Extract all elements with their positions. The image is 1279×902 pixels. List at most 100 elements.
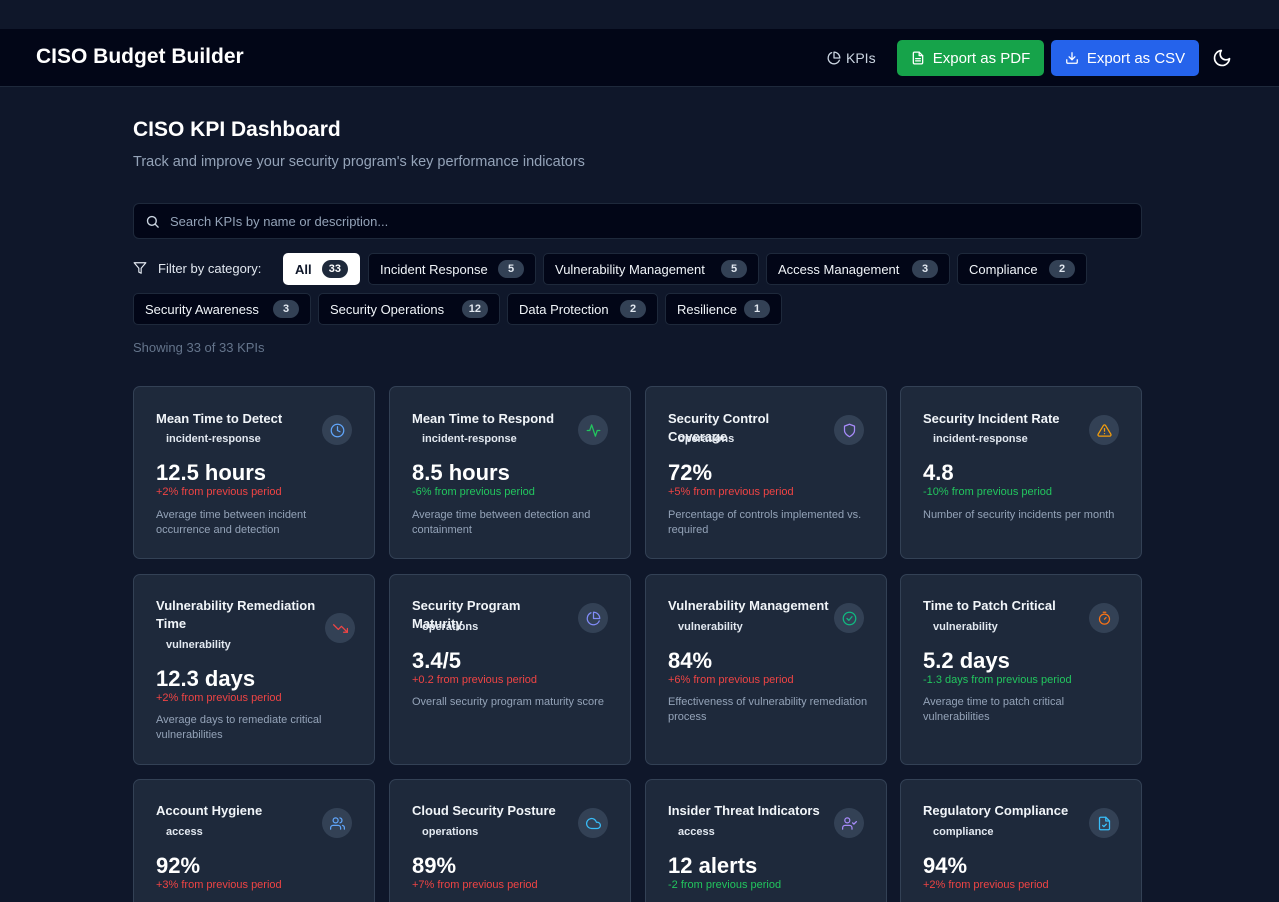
filter-chip-data-protection[interactable]: Data Protection 2 <box>507 293 658 325</box>
kpi-change: +2% from previous period <box>923 879 1049 891</box>
export-csv-button[interactable]: Export as CSV <box>1051 40 1199 76</box>
filter-chip-security-operations[interactable]: Security Operations 12 <box>318 293 500 325</box>
kpi-card-vulnerability-remediation-time[interactable]: Vulnerability Remediation Time vulnerabi… <box>133 574 375 765</box>
kpi-value: 4.8 <box>923 460 954 485</box>
kpi-description: Average time between incident occurrence… <box>156 509 307 536</box>
user-check-icon <box>841 816 857 830</box>
kpi-description: Average days to remediate critical vulne… <box>156 714 322 741</box>
kpi-value: 12.3 days <box>156 666 256 691</box>
kpi-value: 84% <box>668 648 713 673</box>
filter-chip-incident-response[interactable]: Incident Response 5 <box>368 253 536 285</box>
page-subtitle: Track and improve your security program'… <box>133 154 585 170</box>
trending-down-icon <box>332 623 348 633</box>
filter-chip-compliance[interactable]: Compliance 2 <box>957 253 1087 285</box>
kpi-icon-wrap <box>834 808 864 838</box>
kpi-value: 94% <box>923 853 968 878</box>
kpi-title: Account Hygiene <box>156 803 263 818</box>
kpi-category-tag: access <box>678 826 715 838</box>
page-title: CISO KPI Dashboard <box>133 118 341 141</box>
kpi-card-vulnerability-management[interactable]: Vulnerability Management vulnerability 8… <box>645 574 887 765</box>
chip-count: 5 <box>498 260 524 278</box>
filter-chip-vulnerability-management[interactable]: Vulnerability Management 5 <box>543 253 759 285</box>
kpi-change: +2% from previous period <box>156 486 282 498</box>
filter-chip-resilience[interactable]: Resilience 1 <box>665 293 782 325</box>
kpi-card-time-to-patch-critical[interactable]: Time to Patch Critical vulnerability 5.2… <box>900 574 1142 765</box>
kpi-value: 8.5 hours <box>412 460 510 485</box>
kpi-change: -2 from previous period <box>668 879 782 891</box>
pie-chart-icon <box>827 51 841 65</box>
search-box <box>133 203 1142 239</box>
users-icon <box>329 816 345 830</box>
kpi-title: Time to Patch Critical <box>923 598 1056 613</box>
chip-label: Incident Response <box>380 261 488 277</box>
kpis-nav-label: KPIs <box>846 50 876 66</box>
kpi-category-tag: vulnerability <box>678 621 743 633</box>
export-pdf-label: Export as PDF <box>932 49 1031 67</box>
chip-label: Vulnerability Management <box>555 261 705 277</box>
kpis-nav-link[interactable]: KPIs <box>827 48 876 68</box>
kpi-title: Cloud Security Posture <box>412 803 556 818</box>
search-input[interactable] <box>170 204 1130 238</box>
kpi-card-security-program-maturity[interactable]: Security Program Maturity operations 3.4… <box>389 574 631 765</box>
kpi-category-tag: incident-response <box>933 433 1028 445</box>
chip-count: 5 <box>721 260 747 278</box>
kpi-change: +7% from previous period <box>412 879 538 891</box>
kpi-icon-wrap <box>578 808 608 838</box>
chip-label: All <box>295 261 312 277</box>
kpi-value: 5.2 days <box>923 648 1010 673</box>
filter-chip-security-awareness[interactable]: Security Awareness 3 <box>133 293 311 325</box>
kpi-category-tag: vulnerability <box>933 621 998 633</box>
chip-label: Security Awareness <box>145 301 259 317</box>
kpi-card-insider-threat-indicators[interactable]: Insider Threat Indicators access 12 aler… <box>645 779 887 902</box>
kpi-card-security-control-coverage[interactable]: Security Control Coverage operations 72%… <box>645 386 887 559</box>
brand-title[interactable]: CISO Budget Builder <box>36 45 244 69</box>
kpi-title: Security Incident Rate <box>923 411 1060 426</box>
kpi-icon-wrap <box>834 603 864 633</box>
kpi-title: Mean Time to Detect <box>156 411 283 426</box>
file-text-icon <box>912 51 924 65</box>
chip-label: Access Management <box>778 261 900 277</box>
filter-label-text: Filter by category: <box>158 260 262 276</box>
export-csv-label: Export as CSV <box>1086 49 1186 67</box>
kpi-icon-wrap <box>322 415 352 445</box>
kpi-change: +5% from previous period <box>668 486 794 498</box>
export-pdf-button[interactable]: Export as PDF <box>897 40 1044 76</box>
kpi-card-mean-time-to-detect[interactable]: Mean Time to Detect incident-response 12… <box>133 386 375 559</box>
timer-icon <box>1098 611 1110 625</box>
filter-chip-access-management[interactable]: Access Management 3 <box>766 253 950 285</box>
pie-chart-icon <box>586 611 600 625</box>
kpi-change: +0.2 from previous period <box>412 674 538 686</box>
theme-toggle-button[interactable] <box>1212 48 1232 68</box>
chip-count: 3 <box>912 260 938 278</box>
kpi-change: -6% from previous period <box>412 486 535 498</box>
chip-count: 33 <box>321 260 348 278</box>
cloud-icon <box>585 817 601 829</box>
kpi-description: Number of security incidents per month <box>923 509 1115 521</box>
kpi-title: Regulatory Compliance <box>923 803 1069 818</box>
moon-icon <box>1213 49 1231 67</box>
kpi-value: 3.4/5 <box>412 648 461 673</box>
kpi-change: +2% from previous period <box>156 692 282 704</box>
kpi-card-regulatory-compliance[interactable]: Regulatory Compliance compliance 94% +2%… <box>900 779 1142 902</box>
chip-label: Resilience <box>677 301 737 317</box>
kpi-category-tag: incident-response <box>422 433 517 445</box>
search-icon <box>146 215 159 228</box>
kpi-value: 89% <box>412 853 457 878</box>
top-strip <box>0 0 1279 29</box>
kpi-card-security-incident-rate[interactable]: Security Incident Rate incident-response… <box>900 386 1142 559</box>
kpi-category-tag: operations <box>678 433 735 445</box>
kpi-category-tag: compliance <box>933 826 994 838</box>
kpi-description: Average time between detection and conta… <box>412 509 591 536</box>
kpi-category-tag: access <box>166 826 203 838</box>
chip-count: 2 <box>1049 260 1075 278</box>
kpi-card-mean-time-to-respond[interactable]: Mean Time to Respond incident-response 8… <box>389 386 631 559</box>
chip-label: Data Protection <box>519 301 609 317</box>
kpi-change: -1.3 days from previous period <box>923 674 1072 686</box>
kpi-description: Overall security program maturity score <box>412 696 604 708</box>
kpi-card-account-hygiene[interactable]: Account Hygiene access 92% +3% from prev… <box>133 779 375 902</box>
filter-chip-all[interactable]: All 33 <box>283 253 360 285</box>
kpi-description: Effectiveness of vulnerability remediati… <box>668 696 868 723</box>
kpi-icon-wrap <box>834 415 864 445</box>
kpi-title: Vulnerability Management <box>668 598 829 613</box>
kpi-card-cloud-security-posture[interactable]: Cloud Security Posture operations 89% +7… <box>389 779 631 902</box>
